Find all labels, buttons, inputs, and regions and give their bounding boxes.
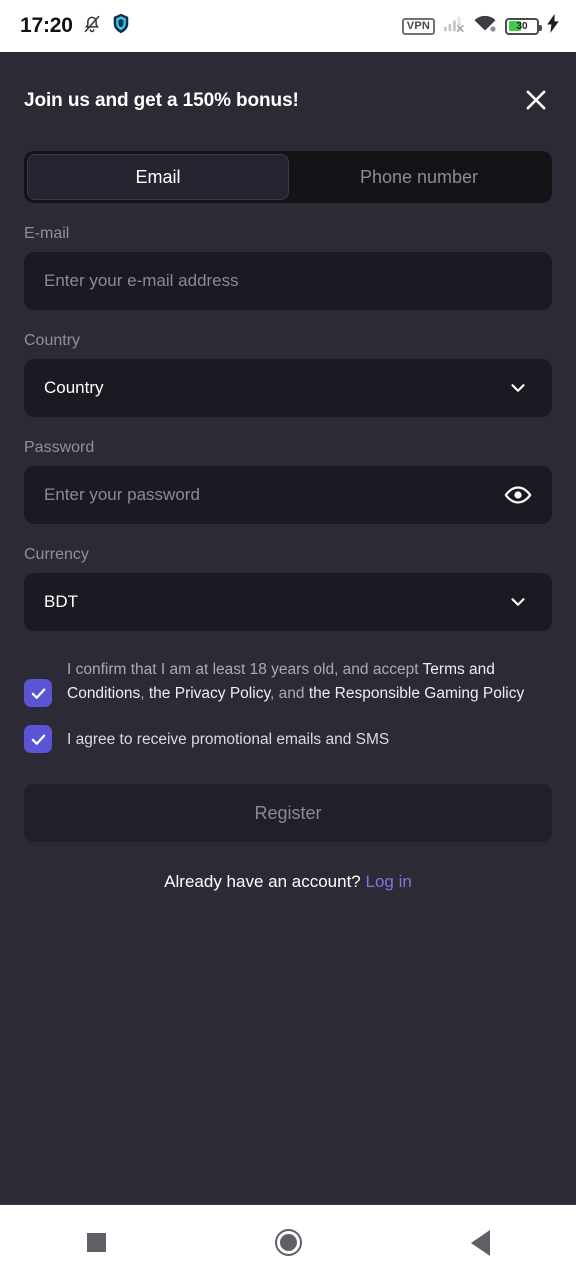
country-field-group: Country Country bbox=[24, 332, 552, 417]
consent-age-terms-row: I confirm that I am at least 18 years ol… bbox=[24, 657, 552, 707]
battery-level: 30 bbox=[516, 20, 528, 32]
square-icon bbox=[86, 1233, 106, 1252]
currency-label: Currency bbox=[24, 546, 89, 563]
auth-method-tabs: Email Phone number bbox=[24, 151, 552, 203]
status-bar: 17:20 VPN 30 bbox=[0, 0, 576, 52]
back-button[interactable] bbox=[444, 1213, 516, 1273]
country-value: Country bbox=[44, 378, 104, 397]
registration-modal: Join us and get a 150% bonus! Email Phon… bbox=[0, 52, 576, 1204]
register-button[interactable]: Register bbox=[24, 784, 552, 842]
currency-select[interactable]: BDT bbox=[24, 573, 552, 631]
consent-text-part: , bbox=[140, 684, 149, 702]
consent-text-part: , and bbox=[270, 684, 309, 702]
currency-field-group: Currency BDT bbox=[24, 546, 552, 631]
privacy-policy-link[interactable]: the Privacy Policy bbox=[149, 685, 270, 702]
signal-off-icon bbox=[443, 15, 465, 38]
email-label: E-mail bbox=[24, 225, 70, 242]
circle-icon bbox=[274, 1229, 302, 1256]
status-bar-left: 17:20 bbox=[20, 13, 131, 39]
login-prompt: Already have an account? Log in bbox=[24, 872, 552, 892]
phone-screen: 17:20 VPN 30 Join us and get a 150% bonu… bbox=[0, 0, 576, 1280]
android-nav-bar bbox=[0, 1204, 576, 1280]
close-button[interactable] bbox=[516, 82, 556, 122]
consent-promo-row: I agree to receive promotional emails an… bbox=[24, 725, 552, 753]
tab-phone-number[interactable]: Phone number bbox=[289, 154, 549, 200]
close-icon bbox=[522, 86, 550, 119]
email-placeholder: Enter your e-mail address bbox=[44, 271, 239, 290]
shield-icon bbox=[111, 13, 131, 39]
password-placeholder: Enter your password bbox=[44, 485, 200, 504]
tab-email[interactable]: Email bbox=[27, 154, 289, 200]
status-bar-right: VPN 30 bbox=[401, 14, 560, 38]
consent-text-part: I confirm that I am at least 18 years ol… bbox=[67, 661, 423, 678]
charging-bolt-icon bbox=[547, 14, 560, 38]
recents-button[interactable] bbox=[60, 1213, 132, 1273]
consent-group: I confirm that I am at least 18 years ol… bbox=[24, 657, 552, 753]
eye-icon[interactable] bbox=[504, 481, 532, 509]
chevron-down-icon bbox=[504, 591, 532, 613]
wifi-icon bbox=[473, 14, 497, 38]
password-field-group: Password Enter your password bbox=[24, 439, 552, 524]
password-label: Password bbox=[24, 439, 95, 456]
promo-emails-text: I agree to receive promotional emails an… bbox=[67, 730, 390, 748]
age-terms-text: I confirm that I am at least 18 years ol… bbox=[67, 657, 552, 705]
password-input[interactable]: Enter your password bbox=[24, 466, 552, 524]
battery-icon: 30 bbox=[505, 17, 542, 35]
home-button[interactable] bbox=[252, 1213, 324, 1273]
age-terms-checkbox[interactable] bbox=[24, 679, 52, 707]
country-label: Country bbox=[24, 332, 81, 349]
modal-header: Join us and get a 150% bonus! bbox=[24, 52, 552, 122]
country-select[interactable]: Country bbox=[24, 359, 552, 417]
email-field-group: E-mail Enter your e-mail address bbox=[24, 225, 552, 310]
bell-muted-icon bbox=[82, 14, 102, 39]
log-in-link[interactable]: Log in bbox=[366, 872, 412, 891]
chevron-down-icon bbox=[504, 377, 532, 399]
page-title: Join us and get a 150% bonus! bbox=[24, 90, 299, 111]
responsible-gaming-policy-link[interactable]: the Responsible Gaming Policy bbox=[309, 685, 524, 702]
currency-value: BDT bbox=[44, 592, 78, 611]
vpn-icon: VPN bbox=[401, 17, 435, 35]
login-prompt-text: Already have an account? bbox=[164, 872, 361, 891]
triangle-left-icon bbox=[470, 1229, 490, 1256]
promo-emails-checkbox[interactable] bbox=[24, 725, 52, 753]
status-bar-clock: 17:20 bbox=[20, 14, 73, 37]
email-input[interactable]: Enter your e-mail address bbox=[24, 252, 552, 310]
